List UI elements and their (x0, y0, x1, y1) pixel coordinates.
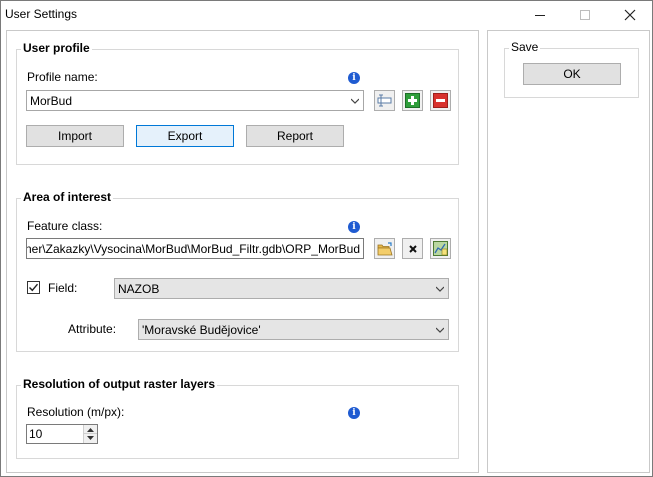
resolution-group: Resolution of output raster layers Resol… (16, 377, 459, 459)
attribute-value: 'Moravské Budějovice' (142, 323, 261, 337)
resolution-spin-arrows (83, 425, 97, 443)
import-button[interactable]: Import (26, 125, 124, 147)
resolution-spinbox[interactable]: 10 (26, 424, 98, 444)
rename-profile-button[interactable] (374, 90, 395, 111)
info-icon[interactable]: i (348, 407, 360, 419)
area-of-interest-title: Area of interest (21, 190, 114, 204)
settings-pane: User profile Profile name: i MorBud Impo… (6, 30, 479, 473)
user-profile-title: User profile (21, 41, 92, 55)
profile-name-combo[interactable]: MorBud (26, 90, 364, 111)
add-profile-button[interactable] (402, 90, 423, 111)
close-button[interactable] (607, 1, 653, 29)
chevron-down-icon (436, 286, 444, 292)
ok-button[interactable]: OK (523, 63, 621, 85)
save-group: Save OK (504, 40, 639, 98)
field-combo[interactable]: NAZOB (114, 278, 449, 299)
select-feature-icon (433, 241, 448, 256)
area-of-interest-group: Area of interest Feature class: i ı Plan… (16, 190, 459, 352)
save-title: Save (509, 40, 541, 54)
chevron-down-icon (87, 436, 94, 440)
minimize-icon (535, 14, 545, 16)
clear-feature-class-button[interactable] (402, 238, 423, 259)
title-bar: User Settings (1, 1, 652, 29)
minimize-button[interactable] (517, 1, 563, 29)
info-icon[interactable]: i (348, 72, 360, 84)
profile-name-value: MorBud (30, 94, 73, 108)
save-pane: Save OK (487, 30, 650, 473)
spin-up-button[interactable] (84, 425, 97, 434)
resolution-value: 10 (29, 427, 43, 441)
maximize-button[interactable] (562, 1, 608, 29)
close-icon (624, 9, 636, 21)
resolution-title: Resolution of output raster layers (21, 377, 218, 391)
info-icon[interactable]: i (348, 221, 360, 233)
add-icon (405, 93, 420, 108)
rename-icon (377, 94, 392, 107)
attribute-combo[interactable]: 'Moravské Budějovice' (138, 319, 449, 340)
remove-icon (433, 93, 448, 108)
chevron-down-icon (351, 98, 359, 104)
profile-name-label: Profile name: (27, 70, 98, 84)
field-label: Field: (48, 281, 78, 295)
remove-profile-button[interactable] (430, 90, 451, 111)
field-value: NAZOB (118, 282, 160, 296)
window-title: User Settings (5, 7, 78, 21)
field-checkbox[interactable] (27, 281, 40, 294)
chevron-down-icon (436, 327, 444, 333)
report-button[interactable]: Report (246, 125, 344, 147)
browse-feature-class-button[interactable] (374, 238, 395, 259)
user-settings-window: User Settings User profile Profile name:… (0, 0, 653, 477)
clear-icon (408, 244, 417, 253)
user-profile-group: User profile Profile name: i MorBud Impo… (16, 41, 459, 165)
maximize-icon (580, 10, 590, 20)
select-feature-button[interactable] (430, 238, 451, 259)
feature-class-label: Feature class: (27, 219, 103, 233)
feature-class-value: ı Planner\Zakazky\Vysocina\MorBud\MorBud… (26, 242, 360, 256)
open-folder-icon (377, 241, 393, 255)
spin-down-button[interactable] (84, 434, 97, 443)
export-button[interactable]: Export (136, 125, 234, 147)
resolution-label: Resolution (m/px): (27, 405, 125, 419)
chevron-up-icon (87, 427, 94, 432)
checkmark-icon (29, 283, 39, 292)
attribute-label: Attribute: (68, 322, 117, 336)
feature-class-input[interactable]: ı Planner\Zakazky\Vysocina\MorBud\MorBud… (26, 238, 364, 259)
